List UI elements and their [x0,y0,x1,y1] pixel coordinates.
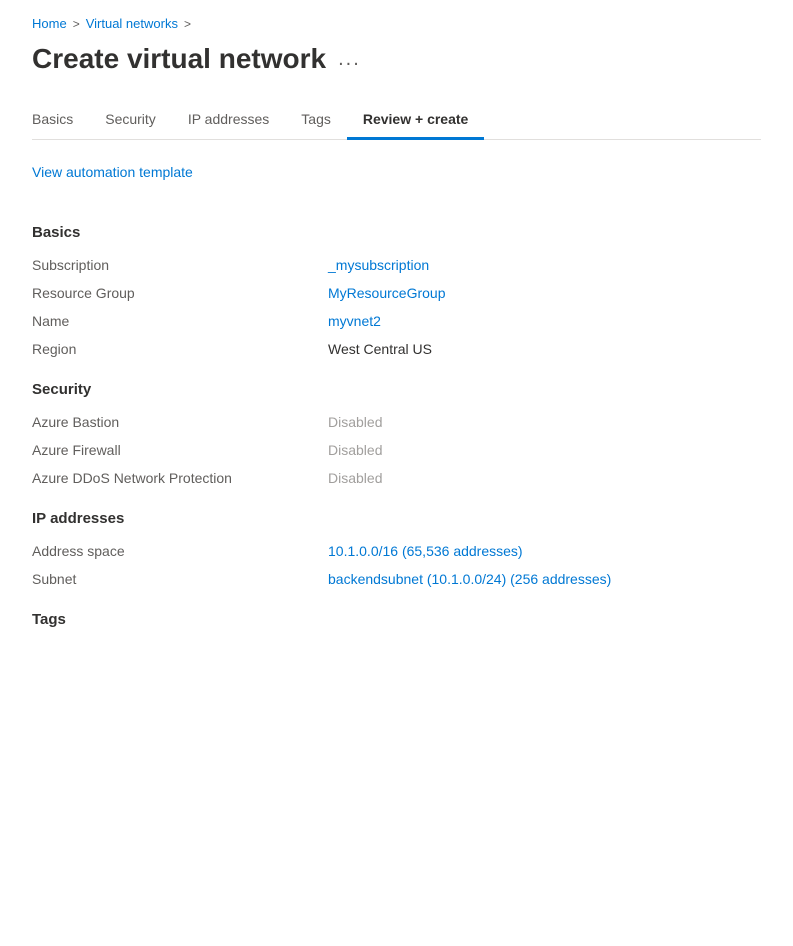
tab-review-create[interactable]: Review + create [347,103,484,140]
field-value-region: West Central US [328,341,432,357]
basics-section-title: Basics [32,224,761,241]
page-title: Create virtual network [32,43,326,75]
field-label-region: Region [32,341,312,357]
field-value-subnet: backendsubnet (10.1.0.0/24) (256 address… [328,571,611,587]
section-basics: Basics Subscription _mysubscription Reso… [32,224,761,357]
automation-template-link[interactable]: View automation template [32,164,193,180]
field-label-address-space: Address space [32,543,312,559]
field-azure-ddos: Azure DDoS Network Protection Disabled [32,470,761,486]
field-value-subscription: _mysubscription [328,257,429,273]
breadcrumb: Home > Virtual networks > [32,16,761,31]
field-name: Name myvnet2 [32,313,761,329]
page-title-row: Create virtual network ... [32,43,761,75]
field-value-name: myvnet2 [328,313,381,329]
tabs-container: Basics Security IP addresses Tags Review… [32,103,761,140]
breadcrumb-home[interactable]: Home [32,16,67,31]
section-tags: Tags [32,611,761,628]
more-options-icon[interactable]: ... [338,48,361,71]
field-value-address-space: 10.1.0.0/16 (65,536 addresses) [328,543,523,559]
field-azure-firewall: Azure Firewall Disabled [32,442,761,458]
field-value-azure-firewall: Disabled [328,442,382,458]
section-security: Security Azure Bastion Disabled Azure Fi… [32,381,761,486]
breadcrumb-separator-1: > [73,17,80,31]
breadcrumb-separator-2: > [184,17,191,31]
field-value-resource-group: MyResourceGroup [328,285,446,301]
field-value-azure-ddos: Disabled [328,470,382,486]
breadcrumb-virtual-networks[interactable]: Virtual networks [86,16,178,31]
field-subscription: Subscription _mysubscription [32,257,761,273]
tab-basics[interactable]: Basics [32,103,89,140]
section-ip-addresses: IP addresses Address space 10.1.0.0/16 (… [32,510,761,587]
field-value-azure-bastion: Disabled [328,414,382,430]
field-region: Region West Central US [32,341,761,357]
field-label-azure-bastion: Azure Bastion [32,414,312,430]
field-label-name: Name [32,313,312,329]
tags-section-title: Tags [32,611,761,628]
ip-addresses-section-title: IP addresses [32,510,761,527]
field-label-subnet: Subnet [32,571,312,587]
tab-ip-addresses[interactable]: IP addresses [172,103,285,140]
tab-tags[interactable]: Tags [285,103,347,140]
field-label-azure-ddos: Azure DDoS Network Protection [32,470,312,486]
page-container: Home > Virtual networks > Create virtual… [0,0,793,684]
field-azure-bastion: Azure Bastion Disabled [32,414,761,430]
tab-security[interactable]: Security [89,103,172,140]
field-label-subscription: Subscription [32,257,312,273]
field-resource-group: Resource Group MyResourceGroup [32,285,761,301]
security-section-title: Security [32,381,761,398]
field-label-azure-firewall: Azure Firewall [32,442,312,458]
field-label-resource-group: Resource Group [32,285,312,301]
field-address-space: Address space 10.1.0.0/16 (65,536 addres… [32,543,761,559]
field-subnet: Subnet backendsubnet (10.1.0.0/24) (256 … [32,571,761,587]
